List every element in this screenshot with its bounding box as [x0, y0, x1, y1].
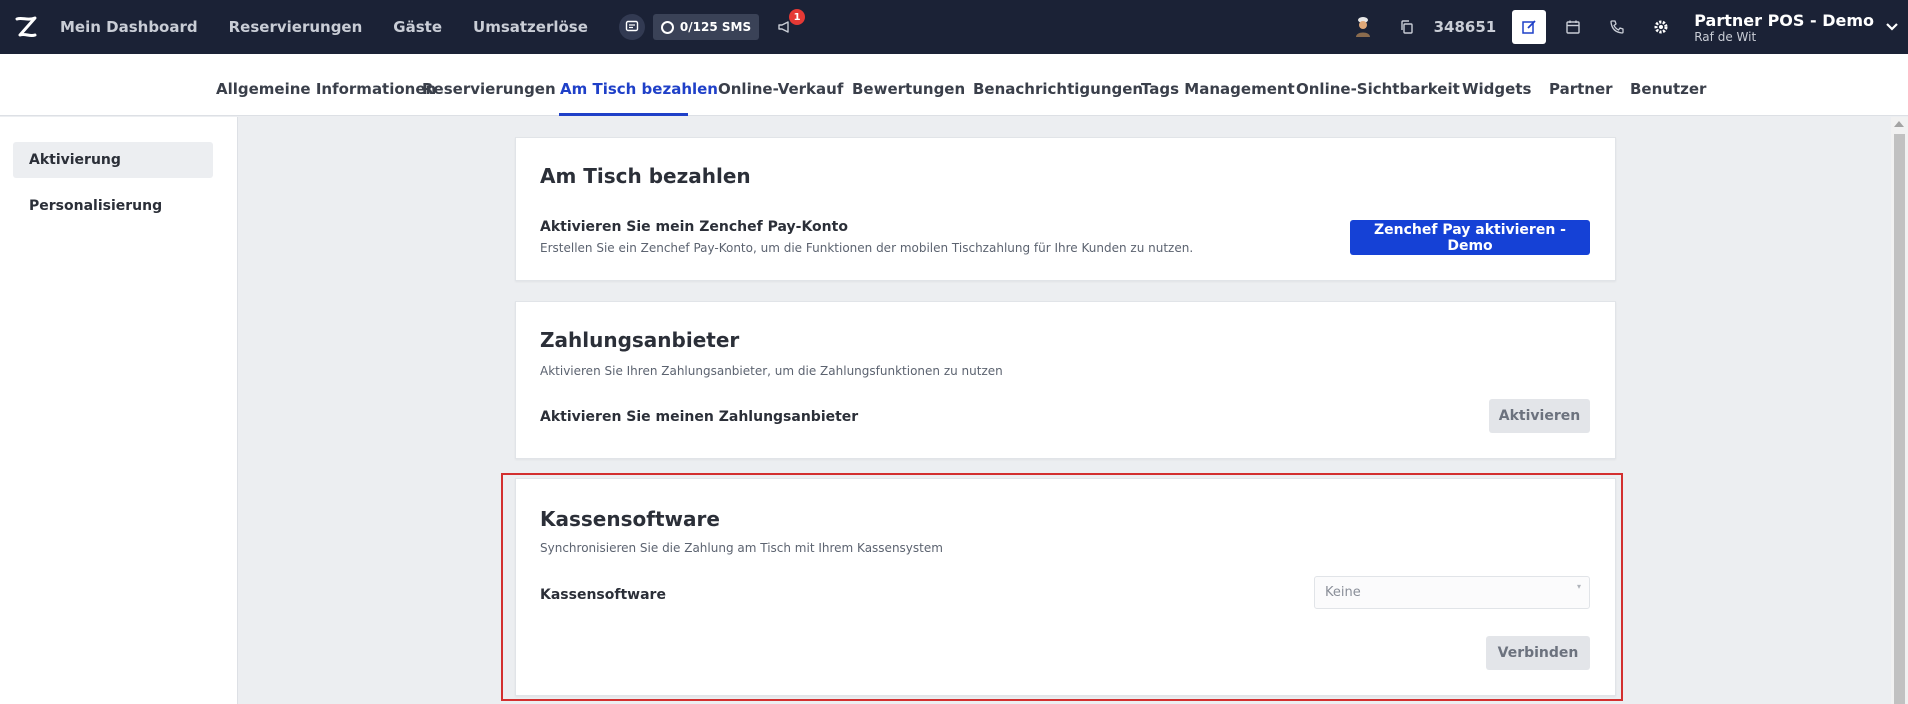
nav-reservations[interactable]: Reservierungen [229, 18, 363, 36]
zenchef-logo-icon[interactable] [12, 13, 40, 41]
sidebar-item-label: Personalisierung [29, 198, 163, 214]
tab-general-info[interactable]: Allgemeine Informationen [216, 80, 436, 98]
card-description: Erstellen Sie ein Zenchef Pay-Konto, um … [540, 241, 1194, 255]
chef-avatar-icon[interactable] [1346, 10, 1380, 44]
tab-notifications[interactable]: Benachrichtigungen [973, 80, 1143, 98]
tab-tags-management[interactable]: Tags Management [1141, 80, 1295, 98]
sidebar-item-label: Aktivierung [29, 152, 121, 168]
phone-icon[interactable] [1600, 10, 1634, 44]
scrollbar-thumb[interactable] [1894, 134, 1905, 704]
chevron-down-icon[interactable] [1880, 15, 1904, 39]
nav-guests[interactable]: Gäste [393, 18, 442, 36]
chat-icon[interactable] [618, 14, 645, 40]
tab-online-sales[interactable]: Online-Verkauf [718, 80, 843, 98]
sidebar-item-activation[interactable]: Aktivierung [13, 142, 213, 178]
sidebar-item-personalization[interactable]: Personalisierung [13, 188, 213, 224]
sms-counter[interactable]: 0/125 SMS [652, 14, 760, 40]
pay-at-table-card: Am Tisch bezahlen Aktivieren Sie mein Ze… [515, 137, 1616, 281]
account-user: Raf de Wit [1694, 29, 1757, 44]
card-label: Aktivieren Sie mein Zenchef Pay-Konto [540, 219, 848, 235]
top-bar: Mein Dashboard Reservierungen Gäste Umsa… [0, 0, 1908, 54]
announcements-button[interactable]: 1 [773, 9, 806, 39]
edit-icon[interactable] [1512, 10, 1547, 44]
tab-reviews[interactable]: Bewertungen [852, 80, 965, 98]
sidebar: Aktivierung Personalisierung [0, 117, 238, 704]
account-switcher[interactable]: Partner POS - Demo Raf de Wit [1694, 11, 1874, 44]
copy-icon[interactable] [1390, 10, 1424, 44]
card-description: Aktivieren Sie Ihren Zahlungsanbieter, u… [540, 364, 1003, 378]
tab-users[interactable]: Benutzer [1630, 80, 1706, 98]
tab-widgets[interactable]: Widgets [1462, 80, 1531, 98]
sms-progress-icon [660, 20, 674, 34]
scroll-up-arrow-icon[interactable] [1894, 121, 1904, 127]
card-label: Aktivieren Sie meinen Zahlungsanbieter [540, 409, 859, 425]
activate-zenchef-pay-button[interactable]: Zenchef Pay aktivieren - Demo [1350, 220, 1590, 255]
active-tab-indicator [559, 113, 688, 116]
restaurant-id: 348651 [1433, 18, 1497, 36]
account-name: Partner POS - Demo [1694, 10, 1874, 30]
nav-revenue[interactable]: Umsatzerlöse [473, 18, 588, 36]
tab-pay-at-table[interactable]: Am Tisch bezahlen [560, 80, 718, 98]
sms-count: 0/125 SMS [679, 20, 752, 34]
highlight-box [501, 473, 1623, 701]
tab-online-visibility[interactable]: Online-Sichtbarkeit [1296, 80, 1460, 98]
card-title: Zahlungsanbieter [540, 328, 740, 352]
payment-provider-card: Zahlungsanbieter Aktivieren Sie Ihren Za… [515, 301, 1616, 459]
card-title: Am Tisch bezahlen [540, 164, 751, 188]
tab-reservations[interactable]: Reservierungen [422, 80, 556, 98]
activate-provider-button[interactable]: Aktivieren [1489, 399, 1590, 433]
notification-badge: 1 [789, 9, 806, 25]
settings-gear-icon[interactable] [1644, 10, 1678, 44]
calendar-icon[interactable] [1556, 10, 1590, 44]
tab-partners[interactable]: Partner [1549, 80, 1613, 98]
nav-dashboard[interactable]: Mein Dashboard [60, 18, 198, 36]
settings-tab-bar: Allgemeine Informationen Reservierungen … [0, 54, 1908, 116]
